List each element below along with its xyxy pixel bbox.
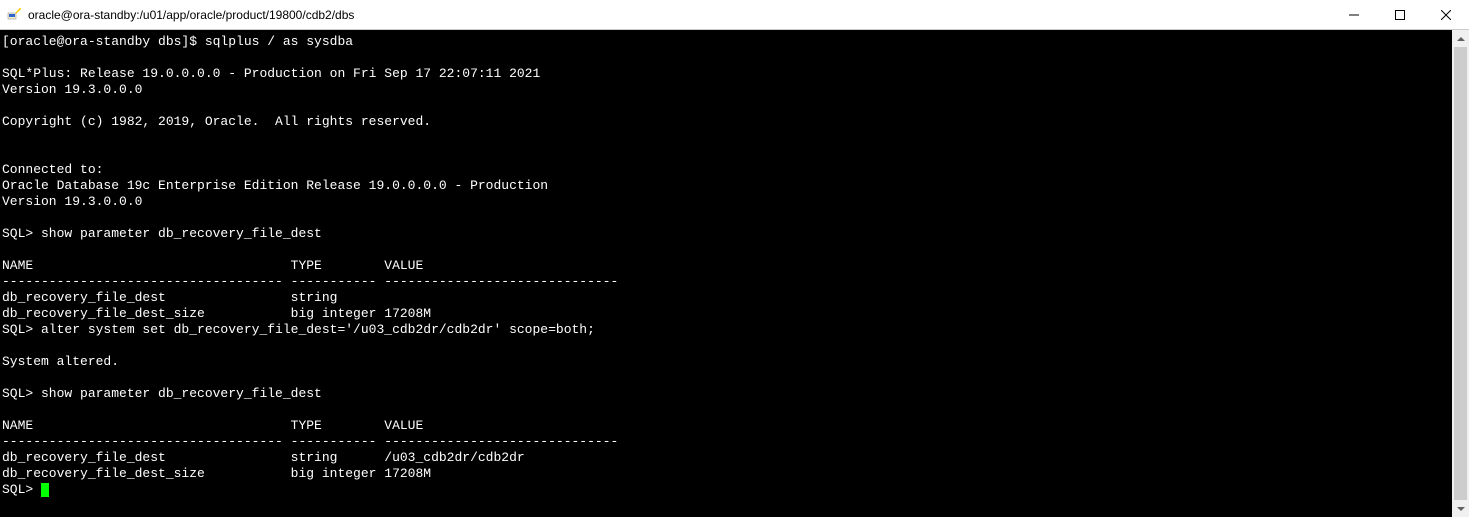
window-title: oracle@ora-standby:/u01/app/oracle/produ… (28, 8, 1331, 22)
titlebar[interactable]: oracle@ora-standby:/u01/app/oracle/produ… (0, 0, 1469, 30)
scroll-thumb[interactable] (1454, 47, 1467, 500)
window-controls (1331, 0, 1469, 29)
cursor (41, 483, 49, 497)
scroll-track[interactable] (1452, 47, 1469, 500)
scrollbar[interactable] (1452, 30, 1469, 517)
content-area: [oracle@ora-standby dbs]$ sqlplus / as s… (0, 30, 1469, 517)
close-button[interactable] (1423, 0, 1469, 29)
maximize-button[interactable] (1377, 0, 1423, 29)
scroll-up-button[interactable] (1452, 30, 1469, 47)
minimize-button[interactable] (1331, 0, 1377, 29)
scroll-down-button[interactable] (1452, 500, 1469, 517)
terminal[interactable]: [oracle@ora-standby dbs]$ sqlplus / as s… (0, 30, 1452, 517)
putty-icon (6, 7, 22, 23)
